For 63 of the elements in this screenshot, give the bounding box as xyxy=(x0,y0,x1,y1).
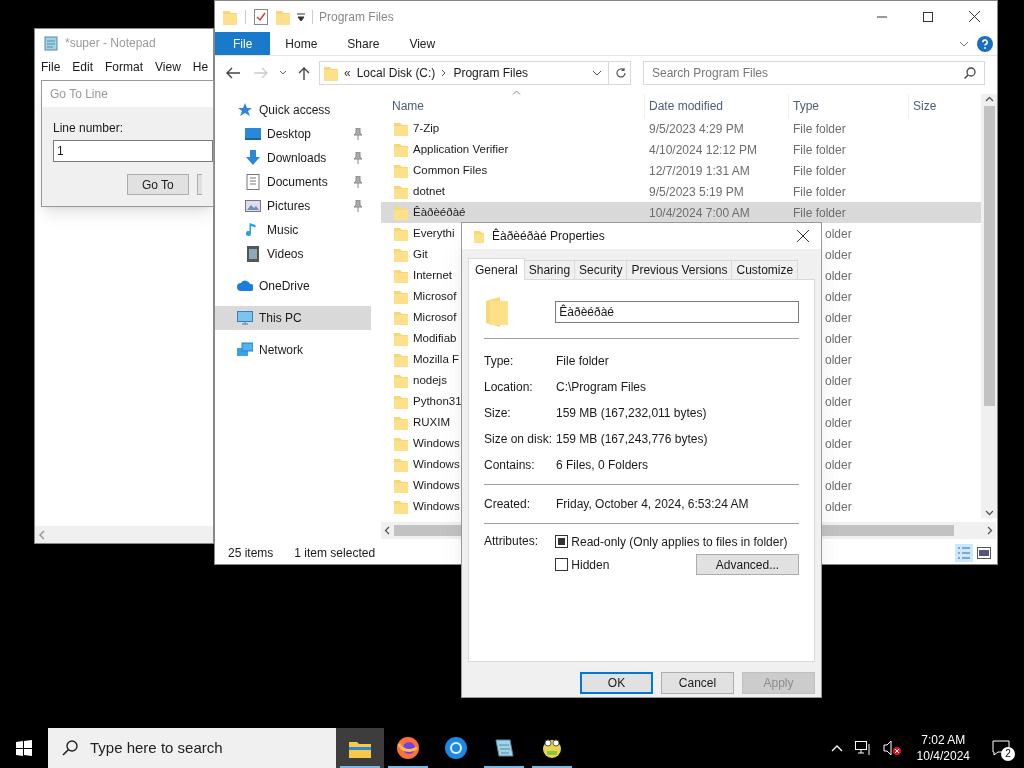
selection-count: 1 item selected xyxy=(294,545,376,562)
date-cell: 9/5/2023 5:19 PM xyxy=(649,184,744,199)
file-name: Internet xyxy=(413,267,452,283)
type-cell: older xyxy=(825,436,852,451)
file-name: Python31 xyxy=(413,393,462,409)
type-cell: older xyxy=(825,415,852,430)
dialog-title: Êàðèéðàé Properties xyxy=(492,227,605,245)
file-name: Windows xyxy=(413,498,460,514)
date-cell: 4/10/2024 12:12 PM xyxy=(649,142,758,157)
type-cell: File folder xyxy=(793,121,846,136)
file-name: Modifiab xyxy=(413,330,457,346)
property-label: Attributes: xyxy=(484,533,540,550)
type-cell: older xyxy=(825,247,852,262)
file-name: Microsof xyxy=(413,309,457,325)
file-name: RUXIM xyxy=(413,414,451,430)
field-label: Line number: xyxy=(53,120,125,137)
window-title: *super - Notepad xyxy=(65,35,156,52)
type-cell: older xyxy=(825,457,852,472)
property-value: Friday, October 4, 2024, 6:53:24 AM xyxy=(556,496,749,513)
file-name: Windows xyxy=(413,456,460,472)
property-value: 159 MB (167,243,776 bytes) xyxy=(556,431,708,448)
type-cell: older xyxy=(825,499,852,514)
file-name: nodejs xyxy=(413,372,447,388)
property-value: 6 Files, 0 Folders xyxy=(556,457,649,474)
property-value: C:\Program Files xyxy=(556,379,647,396)
property-label: Contains: xyxy=(484,457,536,474)
property-label: Size: xyxy=(484,405,512,422)
window-title: Program Files xyxy=(319,8,394,26)
type-cell: File folder xyxy=(793,205,846,220)
date-cell: 9/5/2023 4:29 PM xyxy=(649,121,744,136)
item-count: 25 items xyxy=(228,545,274,562)
file-name: Windows xyxy=(413,435,460,451)
property-label: Created: xyxy=(484,496,532,513)
type-cell: older xyxy=(825,268,852,283)
file-name: Mozilla F xyxy=(413,351,459,367)
type-cell: File folder xyxy=(793,184,846,199)
file-name: Common Files xyxy=(413,162,488,178)
property-label: Location: xyxy=(484,379,534,396)
type-cell: File folder xyxy=(793,142,846,157)
type-cell: older xyxy=(825,352,852,367)
file-name: Git xyxy=(413,246,428,262)
file-name: Application Verifier xyxy=(413,141,509,157)
property-value: 159 MB (167,232,011 bytes) xyxy=(556,405,707,422)
type-cell: older xyxy=(825,331,852,346)
property-label: Size on disk: xyxy=(484,431,554,448)
type-cell: older xyxy=(825,373,852,388)
type-cell: older xyxy=(825,289,852,304)
file-name: Microsof xyxy=(413,288,457,304)
type-cell: older xyxy=(825,394,852,409)
file-name: dotnet xyxy=(413,183,445,199)
type-cell: older xyxy=(825,478,852,493)
date-cell: 12/7/2019 1:31 AM xyxy=(649,163,750,178)
dialog-title: Go To Line xyxy=(50,86,108,103)
property-value: File folder xyxy=(556,353,609,370)
file-name: Everythi xyxy=(413,225,455,241)
type-cell: older xyxy=(825,310,852,325)
property-label: Type: xyxy=(484,353,515,370)
file-name: Êàðèéðàé xyxy=(413,204,466,220)
type-cell: File folder xyxy=(793,163,846,178)
file-name: 7-Zip xyxy=(413,120,440,136)
type-cell: older xyxy=(825,226,852,241)
file-name: Windows xyxy=(413,477,460,493)
date-cell: 10/4/2024 7:00 AM xyxy=(649,205,750,220)
